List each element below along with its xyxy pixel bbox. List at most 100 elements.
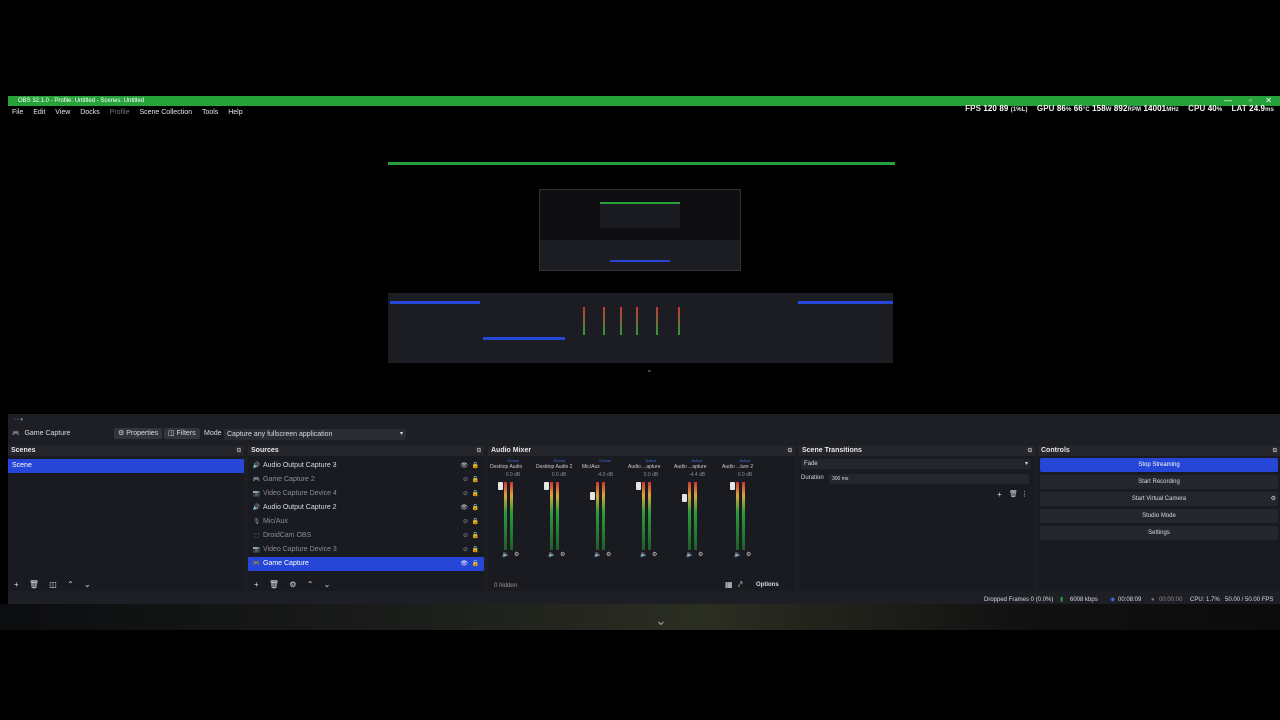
lock-icon[interactable]: 🔒 (472, 543, 479, 557)
move-down-icon[interactable]: ⌄ (84, 579, 91, 591)
studio-mode-button[interactable]: Studio Mode (1040, 509, 1278, 523)
move-down-icon[interactable]: ⌄ (324, 579, 331, 591)
menu-scene-collection[interactable]: Scene Collection (139, 106, 192, 119)
start-recording-button[interactable]: Start Recording (1040, 475, 1278, 489)
source-item[interactable]: 🔊 Audio Output Capture 2 👁 🔒 (248, 501, 484, 515)
channel-name[interactable]: Audio ...apture (674, 463, 720, 471)
filter-icon[interactable]: ◫ (49, 579, 57, 591)
speaker-icon[interactable]: 🔈 (734, 551, 741, 558)
lock-icon[interactable]: 🔒 (472, 459, 479, 473)
scenes-panel: Scenes ⧉ Scene + 🗑 ◫ ⌃ ⌄ (8, 446, 244, 591)
source-item[interactable]: 🎮 Game Capture 2 ⊘ 🔒 (248, 473, 484, 487)
menu-docks[interactable]: Docks (80, 106, 99, 119)
mode-select[interactable]: Capture any fullscreen application ▾ (224, 429, 406, 440)
speaker-icon[interactable]: 🔈 (640, 551, 647, 558)
channel-volume-db: 0.0 dB (505, 472, 521, 478)
source-label: Game Capture 2 (263, 476, 315, 483)
start-virtual-camera-button[interactable]: Start Virtual Camera ⚙ (1040, 492, 1278, 506)
volume-fader[interactable] (636, 482, 641, 490)
channel-name[interactable]: Desktop Audio 2 (536, 463, 582, 471)
menu-help[interactable]: Help (228, 106, 242, 119)
volume-fader[interactable] (498, 482, 503, 490)
channel-name[interactable]: Mic/Aux (582, 463, 628, 471)
preview-canvas[interactable]: ⌄ (8, 119, 1280, 414)
layout-icon[interactable]: ▦ (725, 579, 733, 591)
gear-icon[interactable]: ⚙ (514, 551, 519, 558)
lock-icon[interactable]: 🔒 (472, 515, 479, 529)
gear-icon[interactable]: ⚙ (652, 551, 657, 558)
volume-fader[interactable] (730, 482, 735, 490)
eye-off-icon[interactable]: ⊘ (463, 487, 468, 501)
droidcam-icon: ⬚ (253, 533, 260, 539)
channel-name[interactable]: Desktop Audio (490, 463, 536, 471)
filters-button[interactable]: ◫ Filters (164, 428, 200, 439)
lock-icon[interactable]: 🔒 (472, 487, 479, 501)
source-item[interactable]: ⬚ DroidCam OBS ⊘ 🔒 (248, 529, 484, 543)
undock-icon[interactable]: ⧉ (1273, 446, 1277, 456)
eye-off-icon[interactable]: ⊘ (463, 473, 468, 487)
cpu-label: CPU (1188, 104, 1206, 113)
volume-fader[interactable] (544, 482, 549, 490)
gear-icon[interactable]: ⚙ (289, 579, 296, 591)
source-item[interactable]: 🎙 Mic/Aux ⊘ 🔒 (248, 515, 484, 529)
gear-icon[interactable]: ⚙ (698, 551, 703, 558)
gear-icon[interactable]: ⚙ (560, 551, 565, 558)
duration-label: Duration (801, 475, 824, 481)
eye-icon[interactable]: 👁 (460, 501, 468, 515)
source-item[interactable]: 🔊 Audio Output Capture 3 👁 🔒 (248, 459, 484, 473)
channel-name[interactable]: Audio ...ture 2 (722, 463, 768, 471)
menu-file[interactable]: File (12, 106, 23, 119)
duration-input[interactable]: 300 ms (829, 474, 1029, 484)
speaker-icon[interactable]: 🔈 (686, 551, 693, 558)
speaker-icon[interactable]: 🔈 (502, 551, 509, 558)
properties-button[interactable]: ⚙ Properties (114, 428, 163, 439)
source-item[interactable]: 📷 Video Capture Device 4 ⊘ 🔒 (248, 487, 484, 501)
lock-icon[interactable]: 🔒 (472, 557, 479, 571)
eye-off-icon[interactable]: ⊘ (463, 529, 468, 543)
channel-name[interactable]: Audio ...apture (628, 463, 674, 471)
gear-icon[interactable]: ⚙ (1271, 492, 1276, 506)
audio-channel: Global Desktop Audio 2 0.0 dB 🔈 ⚙ (536, 458, 582, 558)
scene-item[interactable]: Scene (8, 459, 244, 473)
lock-icon[interactable]: 🔒 (472, 529, 479, 543)
eye-off-icon[interactable]: ⊘ (463, 543, 468, 557)
link-icon[interactable]: ⤤ (738, 579, 743, 591)
trash-icon[interactable]: 🗑 (1009, 490, 1018, 498)
audio-mixer-footer: 0 hidden ▦ ⤤ Options ▾ (488, 579, 795, 600)
move-up-icon[interactable]: ⌃ (67, 579, 74, 591)
menu-view[interactable]: View (55, 106, 70, 119)
menu-tools[interactable]: Tools (202, 106, 218, 119)
gear-icon[interactable]: ⚙ (746, 551, 751, 558)
add-icon[interactable]: + (997, 490, 1002, 499)
menu-profile[interactable]: Profile (110, 106, 130, 119)
menu-edit[interactable]: Edit (33, 106, 45, 119)
eye-icon[interactable]: 👁 (460, 459, 468, 473)
transition-select[interactable]: Fade ▾ (801, 459, 1031, 469)
undock-icon[interactable]: ⧉ (1028, 446, 1032, 456)
more-icon[interactable]: ⋮ (1021, 490, 1028, 498)
context-source-name: Game Capture (24, 430, 71, 437)
stop-streaming-button[interactable]: Stop Streaming (1040, 458, 1278, 472)
controls-header: Controls ⧉ (1038, 446, 1280, 456)
controls-panel: Controls ⧉ Stop Streaming Start Recording… (1038, 446, 1280, 591)
gear-icon[interactable]: ⚙ (606, 551, 611, 558)
speaker-icon[interactable]: 🔈 (594, 551, 601, 558)
eye-icon[interactable]: 👁 (460, 557, 468, 571)
move-up-icon[interactable]: ⌃ (307, 579, 314, 591)
eye-off-icon[interactable]: ⊘ (463, 515, 468, 529)
source-item[interactable]: 📷 Video Capture Device 3 ⊘ 🔒 (248, 543, 484, 557)
source-item[interactable]: 🎮 Game Capture 👁 🔒 (248, 557, 484, 571)
speaker-icon[interactable]: 🔈 (548, 551, 555, 558)
settings-button[interactable]: Settings (1040, 526, 1278, 540)
volume-fader[interactable] (682, 494, 687, 502)
trash-icon[interactable]: 🗑 (29, 579, 39, 591)
volume-meter (550, 482, 553, 550)
volume-fader[interactable] (590, 492, 595, 500)
add-icon[interactable]: + (14, 579, 19, 591)
undock-icon[interactable]: ⧉ (237, 446, 241, 456)
lock-icon[interactable]: 🔒 (472, 473, 479, 487)
trash-icon[interactable]: 🗑 (269, 579, 279, 591)
add-icon[interactable]: + (254, 579, 259, 591)
undock-icon[interactable]: ⧉ (477, 446, 481, 456)
lock-icon[interactable]: 🔒 (472, 501, 479, 515)
